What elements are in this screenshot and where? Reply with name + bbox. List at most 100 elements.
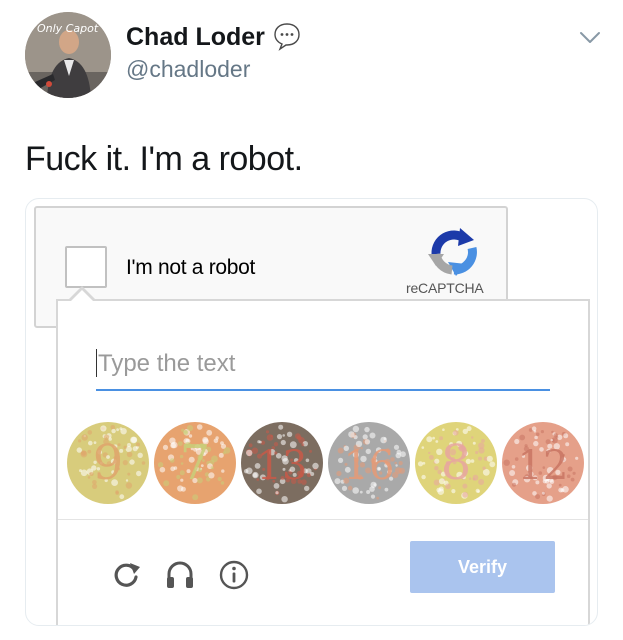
recaptcha-logo-icon [428,228,477,276]
plate-dot [481,439,485,443]
plate-dot [575,456,579,460]
plate-dot [434,466,439,471]
plate-dot [376,496,380,500]
plate-dot [563,433,569,439]
plate-dot [550,438,553,442]
plate-dot [217,476,222,482]
plate-dot [110,425,116,430]
plate-dot [162,444,169,450]
divider [58,519,588,520]
plate-dot [163,480,170,487]
plate-dot [478,456,482,461]
plate-dot [211,455,218,463]
plate-dot [572,471,576,475]
headphones-icon[interactable] [164,559,196,591]
plate-dot [169,437,176,444]
plate-number: 12 [518,443,569,489]
plate-dot [192,494,199,501]
plate-dot [462,491,469,498]
avatar[interactable]: Only Capot [25,12,111,98]
plate-dot [220,441,224,445]
plate-dot [426,436,433,443]
plate-dot [366,490,371,494]
plate-dot [477,490,480,493]
plate-dot [89,472,92,475]
plate-dot [183,430,188,434]
plate-dot [359,490,363,494]
plate-dot [275,491,279,495]
plate-dot [80,450,88,458]
plate-dot [282,434,285,437]
plate-dot [196,424,203,430]
plate-dot [570,477,575,482]
plate-dot [478,447,485,454]
plate-dot [472,441,476,445]
plate-dot [540,430,544,434]
plate-dot [435,440,439,443]
color-blind-plates: 9 7 13 16 8 12 [67,422,584,504]
plate-dot [169,458,175,463]
plate-dot [362,434,368,440]
tweet-media[interactable]: I'm not a robot reCAPTCHA 97 13 16 8 12 [25,198,598,626]
plate-dot [421,446,425,449]
recaptcha-brand: reCAPTCHA [406,280,484,296]
plate-dot [244,469,249,474]
color-plate: 8 [415,422,497,504]
plate-dot [534,435,538,440]
plate-dot [278,424,284,430]
plate-dot [312,462,319,470]
plate-dot [221,469,225,473]
chevron-down-icon[interactable] [578,30,602,46]
plate-dot [442,428,445,431]
plate-number: 9 [93,435,124,491]
plate-dot [87,430,93,435]
plate-dot [220,481,225,485]
plate-number: 16 [344,443,395,489]
plate-dot [295,433,301,440]
author-handle[interactable]: @chadloder [126,56,250,83]
captcha-text-input[interactable] [96,339,550,391]
color-plate: 9 [67,422,149,504]
plate-dot [370,494,376,499]
plate-dot [310,472,315,476]
plate-dot [334,478,341,485]
plate-dot [137,452,143,458]
plate-dot [503,459,510,466]
plate-dot [433,479,440,486]
plate-dot [478,479,485,485]
plate-dot [276,434,283,440]
plate-dot [553,433,558,438]
plate-dot [462,428,468,435]
plate-dot [218,452,224,458]
speech-bubble-icon [274,23,300,51]
plate-dot [531,426,537,431]
plate-dot [127,443,131,447]
plate-dot [186,425,194,432]
author-display-name[interactable]: Chad Loder [126,23,265,52]
recaptcha-label: I'm not a robot [126,256,256,279]
plate-dot [429,455,434,460]
verify-button[interactable]: Verify [410,541,555,593]
plate-dot [157,462,164,468]
recaptcha-checkbox[interactable] [65,246,107,288]
plate-dot [266,434,274,441]
plate-dot [286,431,293,437]
plate-dot [471,436,474,439]
plate-dot [130,436,137,444]
plate-dot [122,460,128,466]
plate-dot [210,466,214,470]
plate-dot [541,491,545,495]
plate-dot [125,482,133,489]
plate-dot [352,425,360,433]
color-plate: 13 [241,422,323,504]
plate-dot [338,457,344,463]
plate-number: 8 [441,435,472,491]
color-plate: 12 [502,422,584,504]
plate-dot [511,465,516,469]
info-icon[interactable] [218,559,250,591]
plate-dot [81,434,88,441]
plate-dot [78,439,82,443]
refresh-icon[interactable] [110,559,142,591]
plate-dot [398,467,405,474]
plate-dot [432,436,435,440]
